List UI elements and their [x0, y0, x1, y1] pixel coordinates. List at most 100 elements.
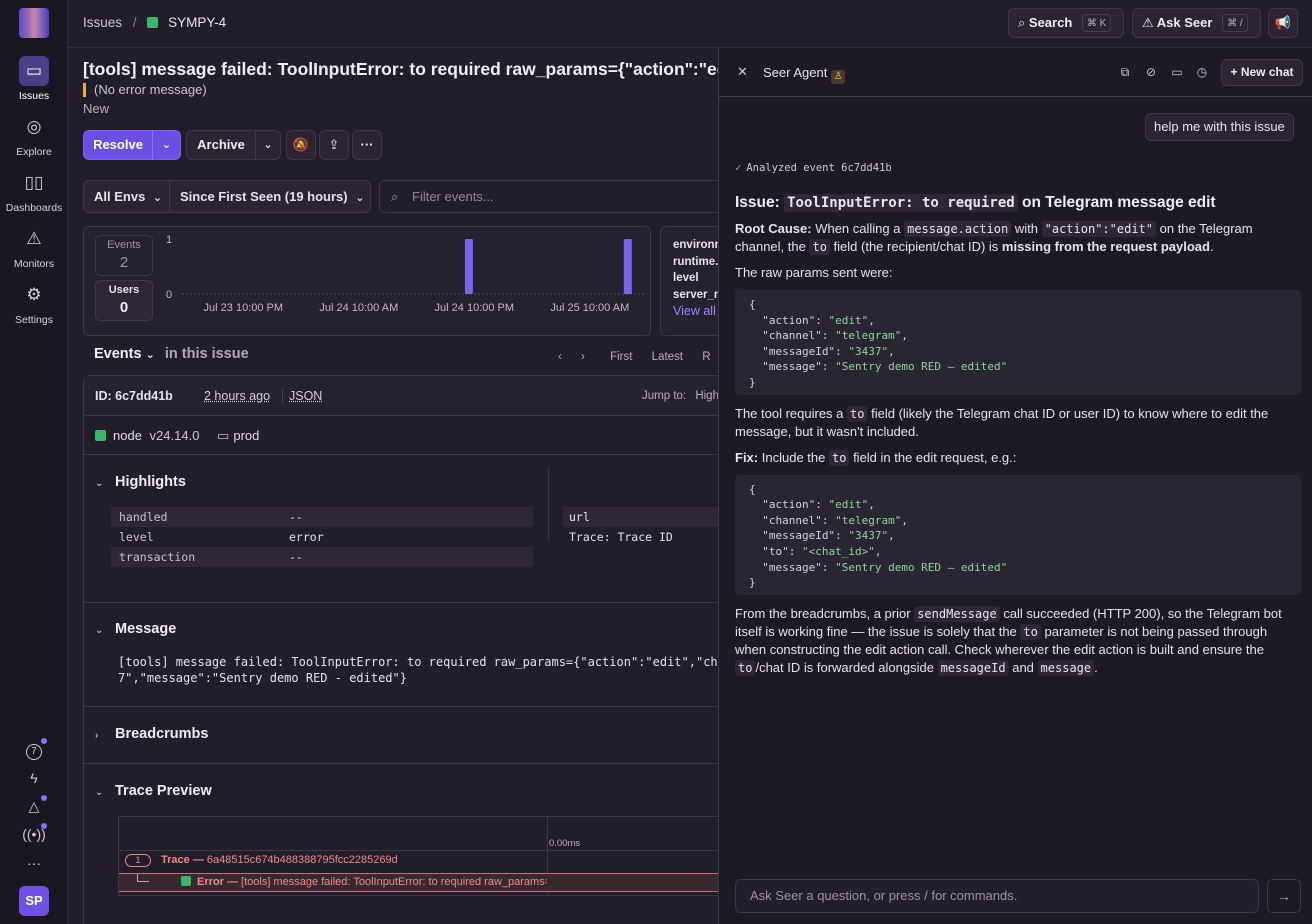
highlights-section-toggle[interactable]: ⌄ Highlights: [95, 474, 186, 490]
users-stat-tab[interactable]: Users 0: [95, 280, 153, 321]
time-range-dropdown[interactable]: Since First Seen (19 hours) ⌄: [169, 180, 371, 213]
runtime-name[interactable]: node: [113, 428, 142, 443]
error-label: Error —: [197, 876, 238, 888]
announcements-button[interactable]: 📢: [1268, 8, 1298, 38]
more-icon: ···: [27, 855, 41, 871]
archive-dropdown-button[interactable]: ⌄: [255, 130, 281, 160]
json-link[interactable]: JSON: [282, 389, 322, 403]
archive-button[interactable]: Archive: [186, 130, 256, 160]
inline-code: to: [847, 405, 868, 422]
code-brace: {: [749, 298, 756, 311]
jump-to-highlights[interactable]: High: [695, 390, 718, 402]
resolve-button[interactable]: Resolve: [83, 130, 153, 160]
mute-button[interactable]: 🔕: [286, 130, 316, 160]
tag-level[interactable]: level: [673, 270, 718, 287]
close-icon[interactable]: ✕: [737, 64, 748, 80]
jump-to: Jump to: High: [642, 390, 718, 402]
nav-item-settings[interactable]: ⚙ Settings: [0, 280, 68, 326]
nav-label: Issues: [18, 90, 50, 102]
trace-preview-section-toggle[interactable]: ⌄ Trace Preview: [95, 783, 212, 799]
breadcrumb-project[interactable]: SYMPY-4: [168, 15, 226, 30]
history-icon[interactable]: ◷: [1194, 64, 1210, 80]
dashboard-icon: ▯▯: [24, 173, 44, 192]
avatar[interactable]: SP: [19, 886, 49, 916]
environment-value[interactable]: prod: [233, 428, 259, 443]
first-event-button[interactable]: First: [610, 351, 632, 363]
events-title-dropdown[interactable]: Events ⌄: [94, 346, 155, 362]
y-tick-label: 0: [166, 289, 172, 301]
events-header: Events ⌄ in this issue: [94, 346, 249, 362]
breadcrumb-issues[interactable]: Issues: [83, 15, 122, 30]
trace-id: 6a48515c674b488388795fcc2285269d: [206, 854, 398, 866]
org-logo[interactable]: [19, 8, 49, 38]
issue-status: New: [83, 101, 110, 116]
code-key: "channel":: [749, 329, 836, 343]
search-button[interactable]: ⌕ Search ⌘ K: [1008, 8, 1124, 38]
tag-runtime[interactable]: runtime.: [673, 254, 718, 271]
recommended-event-button[interactable]: R: [702, 351, 710, 363]
view-all-tags-link[interactable]: View all: [673, 303, 718, 320]
chart-bar: [623, 239, 632, 294]
send-button[interactable]: →: [1267, 879, 1301, 913]
divider: [119, 850, 718, 851]
latest-event-button[interactable]: Latest: [652, 351, 683, 363]
heading-code: ToolInputError: to required: [784, 194, 1018, 212]
whats-new-button[interactable]: ϟ: [20, 766, 48, 790]
seer-chat-input[interactable]: Ask Seer a question, or press / for comm…: [735, 879, 1259, 913]
check-icon: ✓: [735, 162, 742, 174]
code-key: "messageId":: [749, 344, 849, 358]
nav-item-explore[interactable]: ◎ Explore: [0, 112, 68, 158]
event-filter-input[interactable]: ⌕ Filter events...: [379, 180, 718, 213]
nav-item-issues[interactable]: ▭ Issues: [0, 56, 68, 102]
x-tick-label: Jul 23 10:00 PM: [204, 302, 283, 314]
highlight-key: url: [569, 510, 590, 524]
inline-code: to: [735, 659, 756, 676]
breadcrumbs-section-toggle[interactable]: › Breadcrumbs: [95, 726, 208, 742]
alert-triangle-icon: △: [28, 798, 40, 814]
event-timestamp[interactable]: 2 hours ago: [204, 389, 270, 403]
tag-environment[interactable]: environm: [673, 237, 718, 254]
link-icon[interactable]: ⊘: [1143, 64, 1159, 80]
copy-icon[interactable]: ⧉: [1117, 64, 1133, 80]
highlight-row: Trace: Trace ID: [563, 527, 718, 547]
text: Include the: [761, 449, 826, 465]
highlight-key: level: [119, 530, 154, 544]
trace-error-row[interactable]: Error — [tools] message failed: ToolInpu…: [119, 873, 718, 892]
y-tick-label: 1: [166, 234, 172, 246]
tag-server-name[interactable]: server_n: [673, 287, 718, 304]
search-shortcut: ⌘ K: [1081, 14, 1112, 32]
more-actions-button[interactable]: ···: [352, 130, 382, 160]
next-event-button[interactable]: ›: [581, 351, 585, 363]
new-chat-button[interactable]: + New chat: [1221, 59, 1303, 86]
panel-icon[interactable]: ▭: [1169, 64, 1185, 80]
service-status-button[interactable]: △: [20, 794, 48, 818]
trace-row[interactable]: 1 Trace — 6a48515c674b488388795fcc2285269…: [125, 854, 398, 867]
message-section-toggle[interactable]: ⌄ Message: [95, 621, 176, 637]
divider: [84, 602, 718, 603]
help-button[interactable]: 7: [20, 737, 48, 761]
event-id[interactable]: ID: 6c7dd41b: [95, 389, 173, 403]
events-stat-tab[interactable]: Events 2: [95, 235, 153, 276]
share-button[interactable]: ⇪: [319, 130, 349, 160]
breadcrumb: Issues / SYMPY-4: [83, 15, 226, 30]
siren-icon: ⚠: [26, 229, 42, 248]
more-nav-button[interactable]: ···: [20, 851, 48, 875]
nav-item-monitors[interactable]: ⚠ Monitors: [0, 224, 68, 270]
highlight-value: error: [289, 530, 324, 544]
issue-main: [tools] message failed: ToolInputError: …: [68, 48, 718, 924]
megaphone-icon: 📢: [1274, 15, 1292, 30]
ask-seer-button[interactable]: ⚠ Ask Seer ⌘ /: [1132, 8, 1261, 38]
seer-agent-panel: ✕ Seer Agent ♙ ⧉ ⊘ ▭ ◷ + New chat help me…: [718, 48, 1312, 924]
top-bar: Issues / SYMPY-4 ⌕ Search ⌘ K ⚠ Ask Seer…: [68, 0, 1312, 48]
nav-item-dashboards[interactable]: ▯▯ Dashboards: [0, 168, 68, 214]
node-platform-icon: [147, 17, 159, 28]
chevron-down-icon: ⌄: [263, 139, 273, 151]
chevron-down-icon: ⌄: [95, 625, 104, 636]
resolve-dropdown-button[interactable]: ⌄: [152, 130, 181, 160]
breadcrumb-separator: /: [132, 15, 137, 30]
broadcast-button[interactable]: ((•)): [20, 822, 48, 846]
inline-code: to: [828, 449, 850, 466]
prev-event-button[interactable]: ‹: [558, 351, 562, 363]
inline-code: message.action: [904, 221, 1012, 237]
environment-dropdown[interactable]: All Envs ⌄: [83, 180, 170, 213]
